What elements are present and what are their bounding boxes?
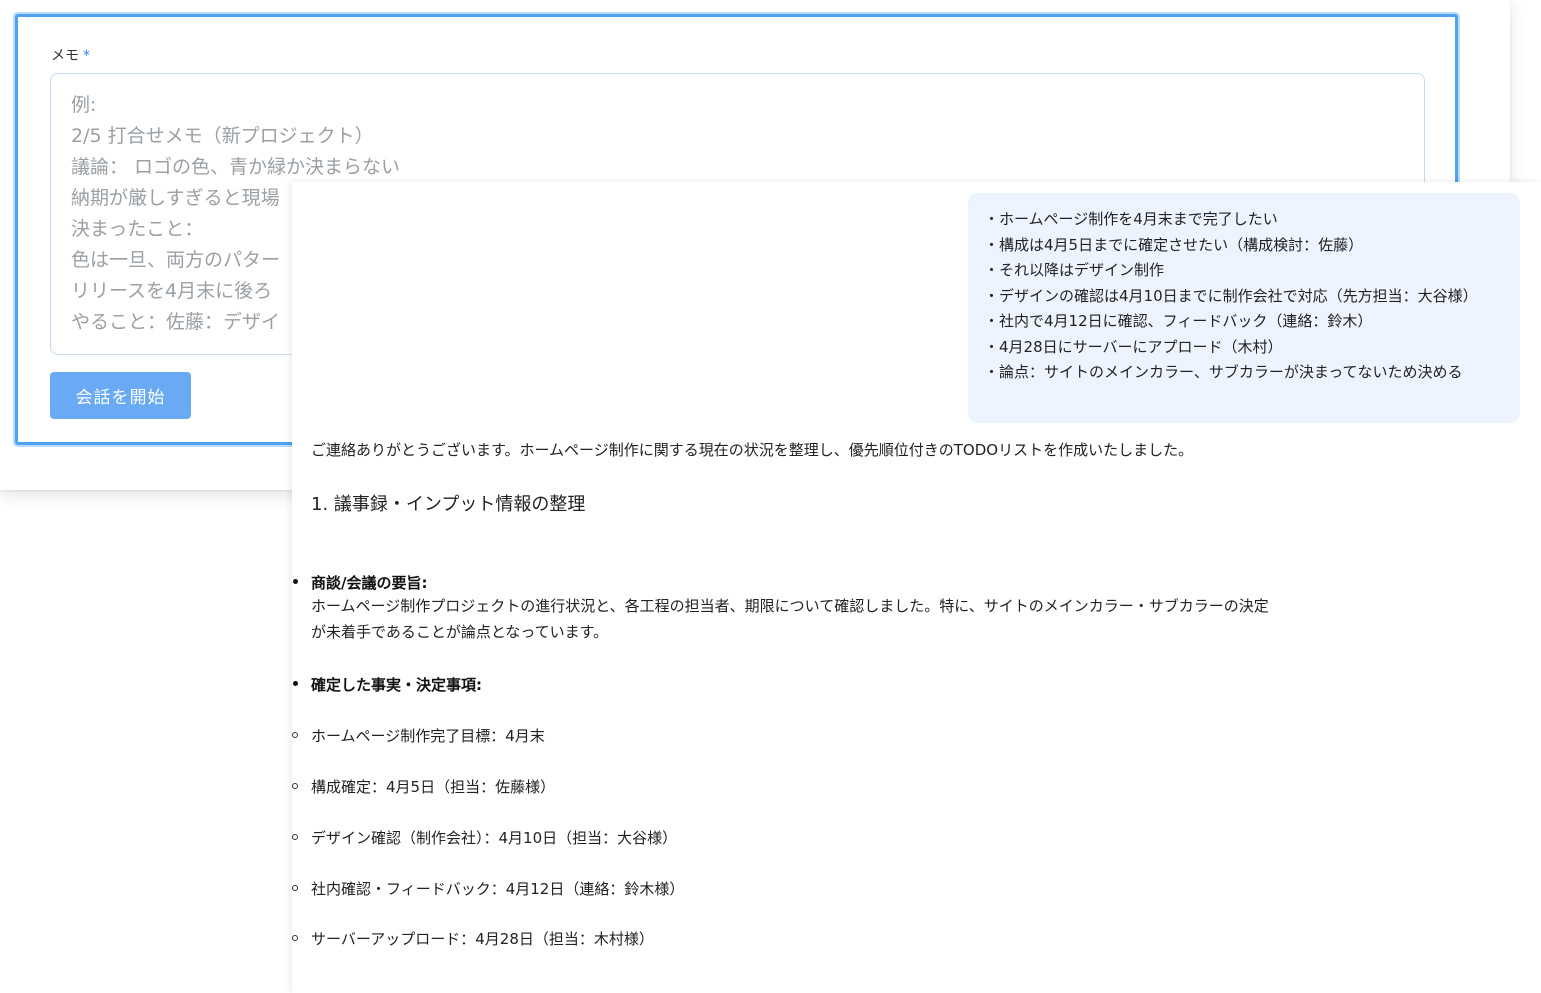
circle-bullet-icon [292, 783, 298, 789]
summary-body-line: ホームページ制作プロジェクトの進行状況と、各工程の担当者、期限について確認しまし… [311, 597, 1269, 615]
user-message-bubble: ・ホームページ制作を4月末まで完了したい ・構成は4月5日までに確定させたい（構… [968, 193, 1520, 423]
assistant-reply-intro: ご連絡ありがとうございます。ホームページ制作に関する現在の状況を整理し、優先順位… [311, 441, 1194, 459]
user-message-line: ・構成は4月5日までに確定させたい（構成検討：佐藤） [984, 235, 1364, 254]
memo-label-text: メモ [51, 48, 79, 64]
required-asterisk: * [83, 48, 90, 64]
facts-title: 確定した事実・決定事項: [311, 676, 482, 694]
user-message-line: ・それ以降はデザイン制作 [984, 261, 1165, 279]
fact-list-item: 構成確定：4月5日（担当：佐藤様） [311, 778, 556, 796]
user-message-line: ・4月28日にサーバーにアプロード（木村） [984, 337, 1283, 356]
fact-list-item: 社内確認・フィードバック：4月12日（連絡：鈴木様） [311, 880, 685, 898]
memo-field-label: メモ * [51, 45, 90, 65]
memo-placeholder-line: 2/5 打合せメモ（新プロジェクト） [71, 125, 374, 147]
circle-bullet-icon [292, 885, 298, 891]
bullet-dot-icon [293, 681, 298, 686]
fact-list-item: ホームページ制作完了目標：4月末 [311, 727, 545, 745]
user-message-line: ・社内で4月12日に確認、フィードバック（連絡：鈴木） [984, 312, 1373, 330]
memo-placeholder-line: 議論： ロゴの色、青か緑か決まらない [71, 156, 401, 178]
assistant-reply-heading: 1. 議事録・インプット情報の整理 [311, 494, 586, 515]
user-message-line: ・論点：サイトのメインカラー、サブカラーが決まってないため決める [984, 363, 1463, 381]
fact-list-item: デザイン確認（制作会社）：4月10日（担当：大谷様） [311, 829, 678, 847]
summary-body-line: が未着手であることが論点となっています。 [311, 623, 609, 641]
summary-title: 商談/会議の要旨: [311, 574, 428, 592]
bullet-dot-icon [293, 579, 298, 584]
chat-panel: ・ホームページ制作を4月末まで完了したい ・構成は4月5日までに確定させたい（構… [292, 182, 1541, 993]
circle-bullet-icon [292, 732, 298, 738]
circle-bullet-icon [292, 935, 298, 941]
start-conversation-button[interactable]: 会話を開始 [50, 372, 191, 419]
user-message-line: ・ホームページ制作を4月末まで完了したい [984, 210, 1278, 228]
user-message-line: ・デザインの確認は4月10日までに制作会社で対応（先方担当：大谷様） [984, 286, 1478, 305]
circle-bullet-icon [292, 834, 298, 840]
memo-placeholder-line: 例: [71, 94, 97, 116]
fact-list-item: サーバーアップロード：4月28日（担当：木村様） [311, 930, 654, 948]
